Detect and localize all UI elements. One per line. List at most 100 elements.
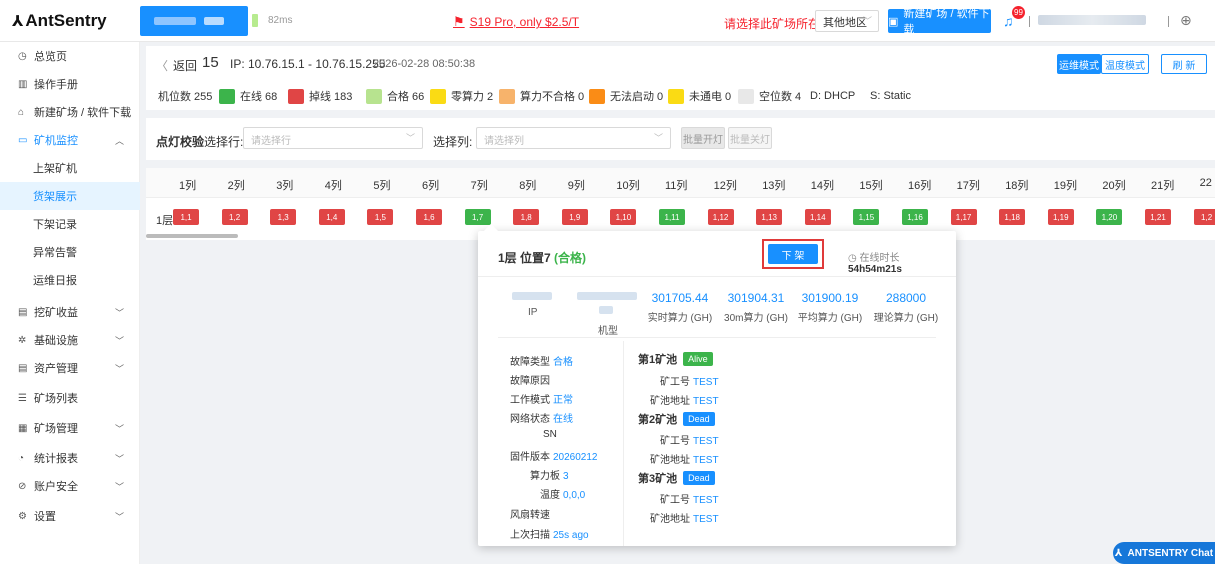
rack-slot[interactable]: 1,21	[1145, 209, 1171, 225]
sidebar-item-label: 矿场列表	[34, 393, 78, 405]
sidebar-item-alerts[interactable]: 异常告警	[0, 238, 140, 266]
rack-slot[interactable]: 1,5	[367, 209, 394, 225]
rack-slot[interactable]: 1,11	[659, 209, 685, 225]
rack-slot[interactable]: 1,2	[1193, 209, 1215, 225]
rack-slot[interactable]: 1,17	[950, 209, 977, 225]
legend-qualified[interactable]: 合格 66	[366, 88, 424, 104]
active-site-tab[interactable]	[140, 6, 248, 36]
sidebar-item-miner-monitor[interactable]: ▭ 矿机监控 ︿	[0, 126, 140, 154]
field-key: 矿池地址	[650, 514, 690, 525]
light-check-title: 点灯校验	[156, 135, 205, 149]
ops-mode-button[interactable]: 运维模式	[1057, 54, 1101, 74]
legend-offline[interactable]: 掉线 183	[288, 88, 352, 104]
field-value: TEST	[693, 396, 719, 407]
new-site-button[interactable]: ▣ 新建矿场 / 软件下载	[888, 8, 991, 36]
app-logo[interactable]: ⅄ AntSentry	[0, 0, 140, 42]
rack-slot[interactable]: 1,10	[610, 209, 637, 225]
legend-label: 空位数 4	[759, 91, 802, 103]
horizontal-scrollbar[interactable]	[146, 234, 238, 238]
rack-slot[interactable]: 1,16	[902, 209, 928, 225]
chevron-down-icon: ﹀	[114, 335, 124, 346]
column-header: 7列	[470, 180, 488, 192]
legend-cannot-start[interactable]: 无法启动 0	[589, 88, 663, 104]
rack-slot[interactable]: 1,2	[221, 209, 248, 225]
chat-button-label: ANTSENTRY Chat	[1127, 547, 1214, 559]
promo-link[interactable]: ⚑ S19 Pro, only $2.5/T	[453, 14, 579, 30]
column-header: 14列	[810, 180, 835, 192]
sidebar-item-label: 货架展示	[33, 191, 77, 203]
rack-slot[interactable]: 1,15	[853, 209, 880, 225]
rack-slot[interactable]: 1,18	[999, 209, 1026, 225]
sidebar-item-settings[interactable]: ⚙ 设置 ﹀	[0, 502, 140, 530]
column-header: 22	[1199, 177, 1212, 189]
rack-slot[interactable]: 1,9	[561, 209, 588, 225]
serial-number: SN	[543, 429, 560, 440]
region-select[interactable]: 其他地区 ﹀	[815, 10, 879, 32]
field-value: 25s ago	[553, 530, 589, 541]
legend-unpowered[interactable]: 未通电 0	[668, 88, 731, 104]
rack-slot[interactable]: 1,8	[513, 209, 540, 225]
legend-zero-hash[interactable]: 零算力 2	[430, 88, 493, 104]
field-key: 矿工号	[660, 495, 690, 506]
legend-swatch	[219, 88, 235, 104]
sidebar-item-overview[interactable]: ◷ 总览页	[0, 42, 140, 70]
rack-slot[interactable]: 1,4	[318, 209, 345, 225]
batch-light-off-button[interactable]: 批量关灯	[728, 127, 772, 149]
batch-light-on-button[interactable]: 批量开灯	[681, 127, 725, 149]
globe-icon[interactable]: ⊕	[1180, 12, 1192, 29]
sidebar-item-assets[interactable]: ▤ 资产管理 ﹀	[0, 354, 140, 382]
sidebar-item-rack-display[interactable]: 货架展示	[0, 182, 140, 210]
ip-value-blurred	[512, 292, 552, 300]
column-header: 10列	[616, 180, 640, 192]
refresh-button[interactable]: 刷 新	[1161, 54, 1207, 74]
model-label: 机型	[598, 326, 618, 337]
sidebar-item-daily-report[interactable]: 运维日报	[0, 266, 140, 294]
sidebar-item-reports[interactable]: ◔ 统计报表 ﹀	[0, 444, 140, 472]
region-value: 其他地区	[823, 17, 867, 29]
sidebar-item-account-security[interactable]: ⊘ 账户安全 ﹀	[0, 472, 140, 500]
settings-icon: ⚙	[18, 510, 27, 522]
rack-slot[interactable]: 1,20	[1096, 209, 1123, 225]
sidebar-item-mining-revenue[interactable]: ▤ 挖矿收益 ﹀	[0, 298, 140, 326]
pool-1-title: 第1矿池 Alive	[638, 351, 713, 367]
back-button[interactable]: 〈返回	[156, 57, 197, 74]
rack-slot[interactable]: 1,6	[416, 209, 442, 225]
monitor-icon: ▭	[18, 134, 28, 146]
temp-mode-button[interactable]: 温度模式	[1101, 54, 1149, 74]
rack-slot[interactable]: 1,13	[756, 209, 783, 225]
legend-online[interactable]: 在线 68	[219, 88, 277, 104]
chevron-down-icon: ﹀	[114, 307, 124, 318]
field-key: 故障原因	[510, 376, 550, 387]
fault-reason: 故障原因	[510, 372, 553, 387]
list-icon: ☰	[18, 392, 27, 404]
light-check-card: 点灯校验 选择行: 请选择行 ﹀ 选择列: 请选择列 ﹀ 批量开灯 批量关灯	[146, 118, 1215, 160]
sidebar-item-new-site[interactable]: ⌂ 新建矿场 / 软件下载	[0, 98, 140, 126]
legend-hash-unqualified[interactable]: 算力不合格 0	[499, 88, 584, 104]
sidebar-item-unshelve-log[interactable]: 下架记录	[0, 210, 140, 238]
field-key: 温度	[540, 490, 560, 501]
rack-slot[interactable]: 1,14	[804, 209, 831, 225]
sidebar-item-site-manage[interactable]: ▦ 矿场管理 ﹀	[0, 414, 140, 442]
pool-2-address: 矿池地址 TEST	[650, 451, 719, 466]
rack-slot[interactable]: 1,1	[173, 209, 199, 225]
online-duration-label: 在线时长	[859, 253, 900, 264]
sidebar-item-site-list[interactable]: ☰ 矿场列表	[0, 384, 140, 412]
sidebar-item-infrastructure[interactable]: ✲ 基础设施 ﹀	[0, 326, 140, 354]
chat-button[interactable]: ⅄ ANTSENTRY Chat	[1113, 542, 1215, 564]
sidebar-item-manual[interactable]: ▥ 操作手册	[0, 70, 140, 98]
rack-slot[interactable]: 1,19	[1047, 209, 1074, 225]
signal-icon	[252, 14, 258, 27]
row-select[interactable]: 请选择行 ﹀	[243, 127, 423, 149]
sidebar-item-label: 矿场管理	[34, 423, 78, 435]
sidebar-item-shelve-miner[interactable]: 上架矿机	[0, 154, 140, 182]
rack-slot[interactable]: 1,12	[707, 209, 734, 225]
notification-badge: 99	[1012, 6, 1025, 19]
rack-slot[interactable]: 1,7	[464, 209, 491, 225]
user-info-blurred[interactable]	[1038, 15, 1146, 25]
legend-empty[interactable]: 空位数 4	[738, 88, 801, 104]
col-select[interactable]: 请选择列 ﹀	[476, 127, 671, 149]
remove-miner-button[interactable]: 下 架	[768, 244, 818, 264]
new-site-button-label: 新建矿场 / 软件下载	[903, 8, 990, 36]
sidebar-item-label: 异常告警	[33, 247, 77, 259]
rack-slot[interactable]: 1,3	[270, 209, 297, 225]
